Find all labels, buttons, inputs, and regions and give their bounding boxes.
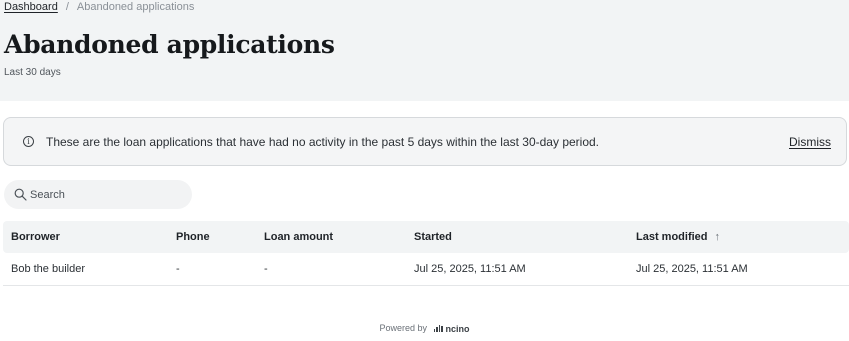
- cell-phone: -: [176, 263, 180, 275]
- page-subtitle: Last 30 days: [4, 67, 61, 78]
- table-row[interactable]: Bob the builder - - Jul 25, 2025, 11:51 …: [3, 253, 849, 286]
- info-banner: i These are the loan applications that h…: [3, 117, 847, 166]
- column-header-borrower[interactable]: Borrower: [11, 231, 60, 243]
- breadcrumb: Dashboard / Abandoned applications: [4, 1, 194, 13]
- info-icon: i: [23, 136, 34, 147]
- table-header-row: Borrower Phone Loan amount Started Last …: [3, 221, 849, 253]
- column-header-last-modified-label: Last modified: [636, 231, 708, 243]
- breadcrumb-dashboard-link[interactable]: Dashboard: [4, 1, 58, 13]
- applications-table: Borrower Phone Loan amount Started Last …: [3, 221, 849, 286]
- cell-loan-amount: -: [264, 263, 268, 275]
- ncino-logo: ncino: [433, 323, 470, 334]
- breadcrumb-current: Abandoned applications: [76, 1, 195, 13]
- info-banner-text: These are the loan applications that hav…: [46, 135, 600, 149]
- ncino-bars-icon: [433, 325, 444, 333]
- column-header-loan-amount[interactable]: Loan amount: [264, 231, 333, 243]
- cell-borrower: Bob the builder: [11, 263, 85, 275]
- column-header-phone[interactable]: Phone: [176, 231, 210, 243]
- arrow-up-icon[interactable]: ↑: [715, 231, 721, 243]
- search-icon: [14, 188, 27, 201]
- breadcrumb-separator: /: [65, 1, 69, 13]
- powered-by-label: Powered by: [379, 323, 427, 333]
- page-header: Dashboard / Abandoned applications Aband…: [0, 0, 849, 101]
- page-title: Abandoned applications: [4, 30, 335, 59]
- dismiss-button[interactable]: Dismiss: [789, 135, 831, 149]
- column-header-last-modified[interactable]: Last modified ↑: [636, 231, 720, 243]
- cell-last-modified: Jul 25, 2025, 11:51 AM: [636, 263, 748, 275]
- footer: Powered by ncino: [0, 323, 849, 334]
- cell-started: Jul 25, 2025, 11:51 AM: [414, 263, 526, 275]
- search-box[interactable]: [4, 180, 192, 209]
- column-header-started[interactable]: Started: [414, 231, 452, 243]
- search-input[interactable]: [30, 187, 180, 203]
- brand-name: ncino: [445, 323, 470, 334]
